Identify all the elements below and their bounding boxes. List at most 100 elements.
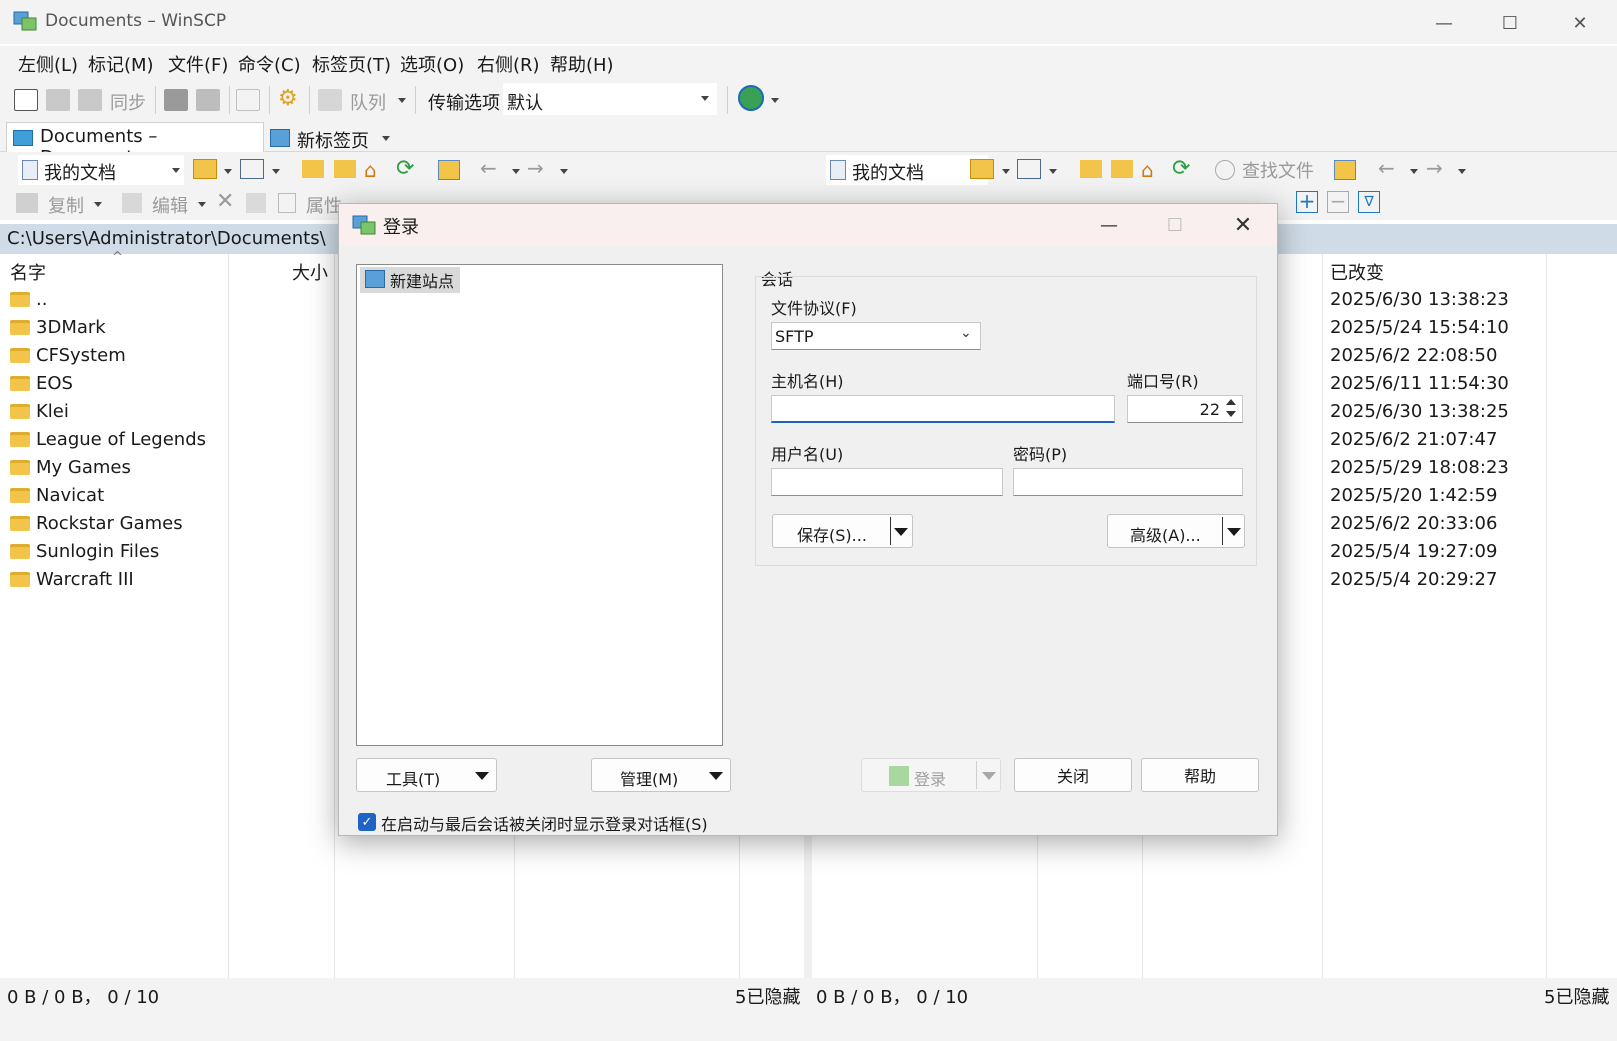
synchronize-browse-icon[interactable] bbox=[46, 89, 70, 111]
list-item[interactable]: League of Legends bbox=[4, 425, 224, 453]
unselect-minus-icon[interactable]: − bbox=[1327, 191, 1349, 213]
home-icon[interactable]: ⌂ bbox=[1141, 158, 1154, 182]
parent-directory-icon[interactable] bbox=[1080, 160, 1102, 178]
list-item[interactable]: EOS bbox=[4, 369, 224, 397]
edit-button[interactable]: 编辑 bbox=[152, 192, 188, 218]
left-hidden-count[interactable]: 5已隐藏 bbox=[735, 983, 800, 1009]
column-changed-header[interactable]: 已改变 bbox=[1330, 259, 1384, 285]
queue-button[interactable]: 队列 bbox=[350, 89, 386, 115]
menu-options[interactable]: 选项(O) bbox=[400, 51, 464, 77]
site-tree[interactable]: 新建站点 bbox=[356, 264, 723, 746]
dialog-close-button[interactable]: ✕ bbox=[1213, 208, 1273, 242]
advanced-dropdown-icon[interactable] bbox=[1227, 528, 1241, 536]
compare-icon[interactable] bbox=[14, 89, 38, 111]
back-dropdown-icon[interactable] bbox=[1410, 169, 1418, 174]
filter-select-icon[interactable]: ∇ bbox=[1358, 191, 1380, 213]
refresh-queue-icon[interactable] bbox=[236, 89, 260, 111]
back-dropdown-icon[interactable] bbox=[512, 169, 520, 174]
advanced-button[interactable]: 高级(A)... bbox=[1107, 514, 1245, 548]
copy-button[interactable]: 复制 bbox=[48, 192, 84, 218]
edit-dropdown-icon[interactable] bbox=[198, 202, 206, 207]
filter-icon[interactable] bbox=[1017, 159, 1041, 179]
find-files-icon[interactable] bbox=[1215, 160, 1235, 180]
properties-icon[interactable] bbox=[278, 193, 296, 213]
minimize-button[interactable]: — bbox=[1414, 6, 1474, 40]
find-files-button[interactable]: 查找文件 bbox=[1242, 157, 1314, 183]
forward-arrow-icon[interactable]: → bbox=[1426, 156, 1443, 180]
tools-button[interactable]: 工具(T) bbox=[356, 758, 497, 792]
root-directory-icon[interactable] bbox=[1111, 160, 1133, 178]
close-window-button[interactable]: ✕ bbox=[1550, 6, 1610, 40]
tree-icon[interactable] bbox=[1334, 160, 1356, 180]
column-divider[interactable] bbox=[1546, 254, 1547, 978]
forward-arrow-icon[interactable]: → bbox=[527, 156, 544, 180]
list-item[interactable]: My Games bbox=[4, 453, 224, 481]
protocol-select[interactable]: SFTP ⌄ bbox=[771, 322, 981, 350]
column-divider[interactable] bbox=[1322, 254, 1323, 978]
list-item[interactable]: 2025/6/2 20:33:06 bbox=[1330, 509, 1540, 537]
session-globe-icon[interactable] bbox=[738, 85, 764, 111]
filter-dropdown-icon[interactable] bbox=[272, 169, 280, 174]
list-item[interactable]: 2025/5/4 20:29:27 bbox=[1330, 565, 1540, 593]
column-divider[interactable] bbox=[334, 254, 335, 978]
properties-button[interactable]: 属性 bbox=[306, 192, 342, 218]
refresh-icon[interactable]: ⟳ bbox=[396, 156, 414, 181]
menu-tab[interactable]: 标签页(T) bbox=[312, 51, 391, 77]
open-folder-icon[interactable] bbox=[970, 159, 994, 179]
password-input[interactable] bbox=[1013, 468, 1243, 496]
list-item[interactable]: Rockstar Games bbox=[4, 509, 224, 537]
list-item[interactable]: 2025/5/29 18:08:23 bbox=[1330, 453, 1540, 481]
column-size-header[interactable]: 大小 bbox=[292, 259, 328, 285]
list-item[interactable]: 2025/6/30 13:38:23 bbox=[1330, 285, 1540, 313]
dialog-maximize-button[interactable]: ☐ bbox=[1145, 208, 1205, 242]
putty-icon[interactable] bbox=[196, 89, 220, 111]
filter-dropdown-icon[interactable] bbox=[1049, 169, 1057, 174]
menu-command[interactable]: 命令(C) bbox=[238, 51, 301, 77]
menu-left[interactable]: 左侧(L) bbox=[18, 51, 78, 77]
host-input[interactable] bbox=[771, 395, 1115, 423]
preferences-gear-icon[interactable]: ⚙ bbox=[278, 86, 298, 111]
login-button[interactable]: 登录 bbox=[861, 758, 1001, 792]
list-item[interactable]: 3DMark bbox=[4, 313, 224, 341]
show-login-checkbox-label[interactable]: 在启动与最后会话被关闭时显示登录对话框(S) bbox=[381, 811, 708, 835]
list-item[interactable]: Klei bbox=[4, 397, 224, 425]
open-folder-icon[interactable] bbox=[193, 159, 217, 179]
edit-icon[interactable] bbox=[122, 193, 142, 213]
spin-up-icon[interactable] bbox=[1226, 399, 1236, 405]
list-item[interactable]: Warcraft III bbox=[4, 565, 224, 593]
new-site-item[interactable]: 新建站点 bbox=[360, 267, 461, 293]
show-login-checkbox[interactable]: ✓ bbox=[358, 813, 376, 831]
sync-icon[interactable] bbox=[78, 89, 102, 111]
delete-icon[interactable]: ✕ bbox=[216, 189, 234, 214]
filter-icon[interactable] bbox=[240, 159, 264, 179]
list-item[interactable]: 2025/6/30 13:38:25 bbox=[1330, 397, 1540, 425]
port-spinner[interactable]: 22 bbox=[1127, 395, 1243, 423]
list-item[interactable]: Navicat bbox=[4, 481, 224, 509]
sync-button[interactable]: 同步 bbox=[110, 89, 146, 115]
column-divider[interactable] bbox=[228, 254, 229, 978]
menu-right[interactable]: 右侧(R) bbox=[477, 51, 540, 77]
refresh-icon[interactable]: ⟳ bbox=[1172, 156, 1190, 181]
list-item[interactable]: 2025/6/11 11:54:30 bbox=[1330, 369, 1540, 397]
spin-down-icon[interactable] bbox=[1226, 411, 1236, 417]
transfer-preset-select[interactable]: 默认 bbox=[503, 83, 717, 115]
tab-new[interactable]: 新标签页 bbox=[266, 124, 400, 152]
left-location-select[interactable]: 我的文档 bbox=[18, 155, 184, 185]
list-item[interactable]: 2025/5/24 15:54:10 bbox=[1330, 313, 1540, 341]
terminal-icon[interactable] bbox=[164, 89, 188, 111]
menu-help[interactable]: 帮助(H) bbox=[550, 51, 614, 77]
menu-mark[interactable]: 标记(M) bbox=[88, 51, 154, 77]
copy-dropdown-icon[interactable] bbox=[94, 202, 102, 207]
list-item[interactable]: 2025/6/2 22:08:50 bbox=[1330, 341, 1540, 369]
menu-file[interactable]: 文件(F) bbox=[168, 51, 228, 77]
back-arrow-icon[interactable]: ← bbox=[1378, 156, 1395, 180]
forward-dropdown-icon[interactable] bbox=[560, 169, 568, 174]
list-item[interactable]: Sunlogin Files bbox=[4, 537, 224, 565]
list-item[interactable]: 2025/6/2 21:07:47 bbox=[1330, 425, 1540, 453]
home-icon[interactable]: ⌂ bbox=[364, 158, 377, 182]
open-dropdown-icon[interactable] bbox=[1002, 169, 1010, 174]
tree-icon[interactable] bbox=[438, 160, 460, 180]
list-item[interactable]: 2025/5/4 19:27:09 bbox=[1330, 537, 1540, 565]
help-button[interactable]: 帮助 bbox=[1141, 758, 1259, 792]
save-button[interactable]: 保存(S)... bbox=[772, 514, 913, 548]
